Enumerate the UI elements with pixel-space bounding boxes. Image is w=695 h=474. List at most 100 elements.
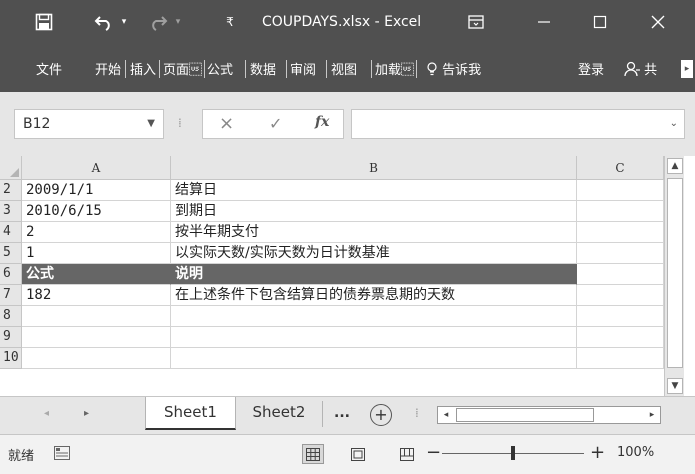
- cell-a[interactable]: 1: [22, 243, 171, 264]
- scroll-thumb[interactable]: [667, 178, 683, 368]
- scroll-left-icon[interactable]: ◂: [438, 407, 454, 423]
- row-header[interactable]: 7: [0, 285, 22, 306]
- cell-b[interactable]: [171, 306, 577, 327]
- tab-insert[interactable]: 插入: [130, 59, 156, 78]
- page-break-view-icon[interactable]: [396, 444, 418, 464]
- cell-a[interactable]: 2009/1/1: [22, 180, 171, 201]
- horizontal-scrollbar[interactable]: ◂ ▸: [437, 406, 661, 424]
- cell-b[interactable]: [171, 348, 577, 369]
- normal-view-icon[interactable]: [302, 444, 324, 464]
- name-box[interactable]: B12 ▼: [14, 109, 164, 139]
- cell-c[interactable]: [577, 264, 664, 285]
- cell-a[interactable]: [22, 327, 171, 348]
- sheet-next-icon[interactable]: ▸: [84, 408, 89, 419]
- split-handle-icon[interactable]: ⁞: [415, 406, 419, 420]
- hscroll-thumb[interactable]: [456, 408, 594, 422]
- tab-home[interactable]: 开始: [95, 59, 121, 78]
- undo-dropdown-icon[interactable]: ▾: [118, 10, 130, 34]
- row-header[interactable]: 10: [0, 348, 22, 369]
- cell-c[interactable]: [577, 306, 664, 327]
- cell-b[interactable]: 结算日: [171, 180, 577, 201]
- add-sheet-icon[interactable]: +: [370, 404, 392, 426]
- chevron-down-icon[interactable]: ▼: [147, 118, 155, 129]
- cancel-icon[interactable]: ×: [219, 113, 234, 134]
- tell-me-box[interactable]: 告诉我: [426, 59, 481, 78]
- select-all-corner[interactable]: [0, 156, 22, 180]
- ribbon-display-icon[interactable]: [456, 8, 496, 36]
- formula-input[interactable]: ⌄: [351, 109, 685, 139]
- tab-page-layout[interactable]: 页面: [163, 59, 202, 78]
- formula-buttons: × ✓ fx: [202, 109, 344, 139]
- save-icon[interactable]: [32, 10, 56, 34]
- scroll-down-icon[interactable]: ▼: [667, 378, 683, 394]
- maximize-icon[interactable]: [580, 8, 620, 36]
- cell-a[interactable]: [22, 348, 171, 369]
- redo-icon[interactable]: [146, 10, 170, 34]
- cell-c[interactable]: [577, 285, 664, 306]
- row-header[interactable]: 4: [0, 222, 22, 243]
- tab-file[interactable]: 文件: [36, 59, 62, 78]
- zoom-slider-thumb[interactable]: [511, 446, 515, 460]
- row-header[interactable]: 8: [0, 306, 22, 327]
- more-sheets-button[interactable]: ...: [334, 405, 350, 421]
- scroll-up-icon[interactable]: ▲: [667, 158, 683, 174]
- formula-bar-area: B12 ▼ ⁞ × ✓ fx ⌄: [0, 92, 695, 156]
- zoom-out-button[interactable]: −: [426, 442, 441, 463]
- insert-function-icon[interactable]: fx: [315, 114, 329, 130]
- zoom-level[interactable]: 100%: [617, 445, 654, 460]
- sheet-prev-icon[interactable]: ◂: [44, 408, 49, 419]
- sheet-tab-sheet1[interactable]: Sheet1: [145, 397, 236, 430]
- tab-addins[interactable]: 加载: [375, 59, 414, 78]
- cell-c[interactable]: [577, 180, 664, 201]
- column-header-b[interactable]: B: [171, 156, 577, 180]
- column-header-a[interactable]: A: [22, 156, 171, 180]
- undo-icon[interactable]: [92, 10, 116, 34]
- cell-a[interactable]: 2010/6/15: [22, 201, 171, 222]
- tab-view[interactable]: 视图: [331, 59, 357, 78]
- cell-a[interactable]: 2: [22, 222, 171, 243]
- customize-icon[interactable]: ₹: [222, 10, 238, 34]
- cell-b[interactable]: [171, 327, 577, 348]
- page-layout-view-icon[interactable]: [347, 444, 369, 464]
- check-icon[interactable]: ✓: [269, 114, 282, 133]
- redo-dropdown-icon[interactable]: ▾: [172, 10, 184, 34]
- cell-c[interactable]: [577, 243, 664, 264]
- cell-b[interactable]: 按半年期支付: [171, 222, 577, 243]
- minimize-icon[interactable]: [524, 8, 564, 36]
- ribbon-tabs: 文件 开始 插入 页面 公式 数据 审阅 视图 加载 告诉我 登录 共 ▸: [0, 46, 695, 92]
- cell-a[interactable]: [22, 306, 171, 327]
- expand-formula-icon[interactable]: ⌄: [670, 118, 678, 129]
- cell-b[interactable]: 说明: [171, 264, 577, 285]
- scroll-right-icon[interactable]: ▸: [644, 407, 660, 423]
- cell-a[interactable]: 182: [22, 285, 171, 306]
- macro-record-icon[interactable]: [54, 446, 70, 460]
- tab-separator: [371, 60, 372, 78]
- ribbon-scroll-right-icon[interactable]: ▸: [681, 60, 693, 78]
- tab-formulas[interactable]: 公式: [207, 59, 233, 78]
- row-header[interactable]: 3: [0, 201, 22, 222]
- zoom-in-button[interactable]: +: [590, 442, 605, 463]
- row-header[interactable]: 9: [0, 327, 22, 348]
- row-header[interactable]: 6: [0, 264, 22, 285]
- cell-b[interactable]: 到期日: [171, 201, 577, 222]
- cell-c[interactable]: [577, 222, 664, 243]
- row-header[interactable]: 2: [0, 180, 22, 201]
- cell-b[interactable]: 在上述条件下包含结算日的债券票息期的天数: [171, 285, 577, 306]
- share-button[interactable]: 共: [624, 59, 657, 78]
- tab-review[interactable]: 审阅: [290, 59, 316, 78]
- cell-c[interactable]: [577, 348, 664, 369]
- cell-a[interactable]: 公式: [22, 264, 171, 285]
- row-header[interactable]: 5: [0, 243, 22, 264]
- cell-c[interactable]: [577, 327, 664, 348]
- tab-divider: [322, 401, 323, 427]
- sheet-tab-sheet2[interactable]: Sheet2: [236, 397, 322, 430]
- cell-b[interactable]: 以实际天数/实际天数为日计数基准: [171, 243, 577, 264]
- close-icon[interactable]: [638, 8, 678, 36]
- drag-handle-icon[interactable]: ⁞: [178, 116, 182, 130]
- tab-data[interactable]: 数据: [250, 59, 276, 78]
- login-button[interactable]: 登录: [578, 59, 604, 78]
- vertical-scrollbar[interactable]: ▲ ▼: [664, 156, 684, 396]
- window-title: COUPDAYS.xlsx - Excel: [262, 14, 422, 30]
- column-header-c[interactable]: C: [577, 156, 664, 180]
- cell-c[interactable]: [577, 201, 664, 222]
